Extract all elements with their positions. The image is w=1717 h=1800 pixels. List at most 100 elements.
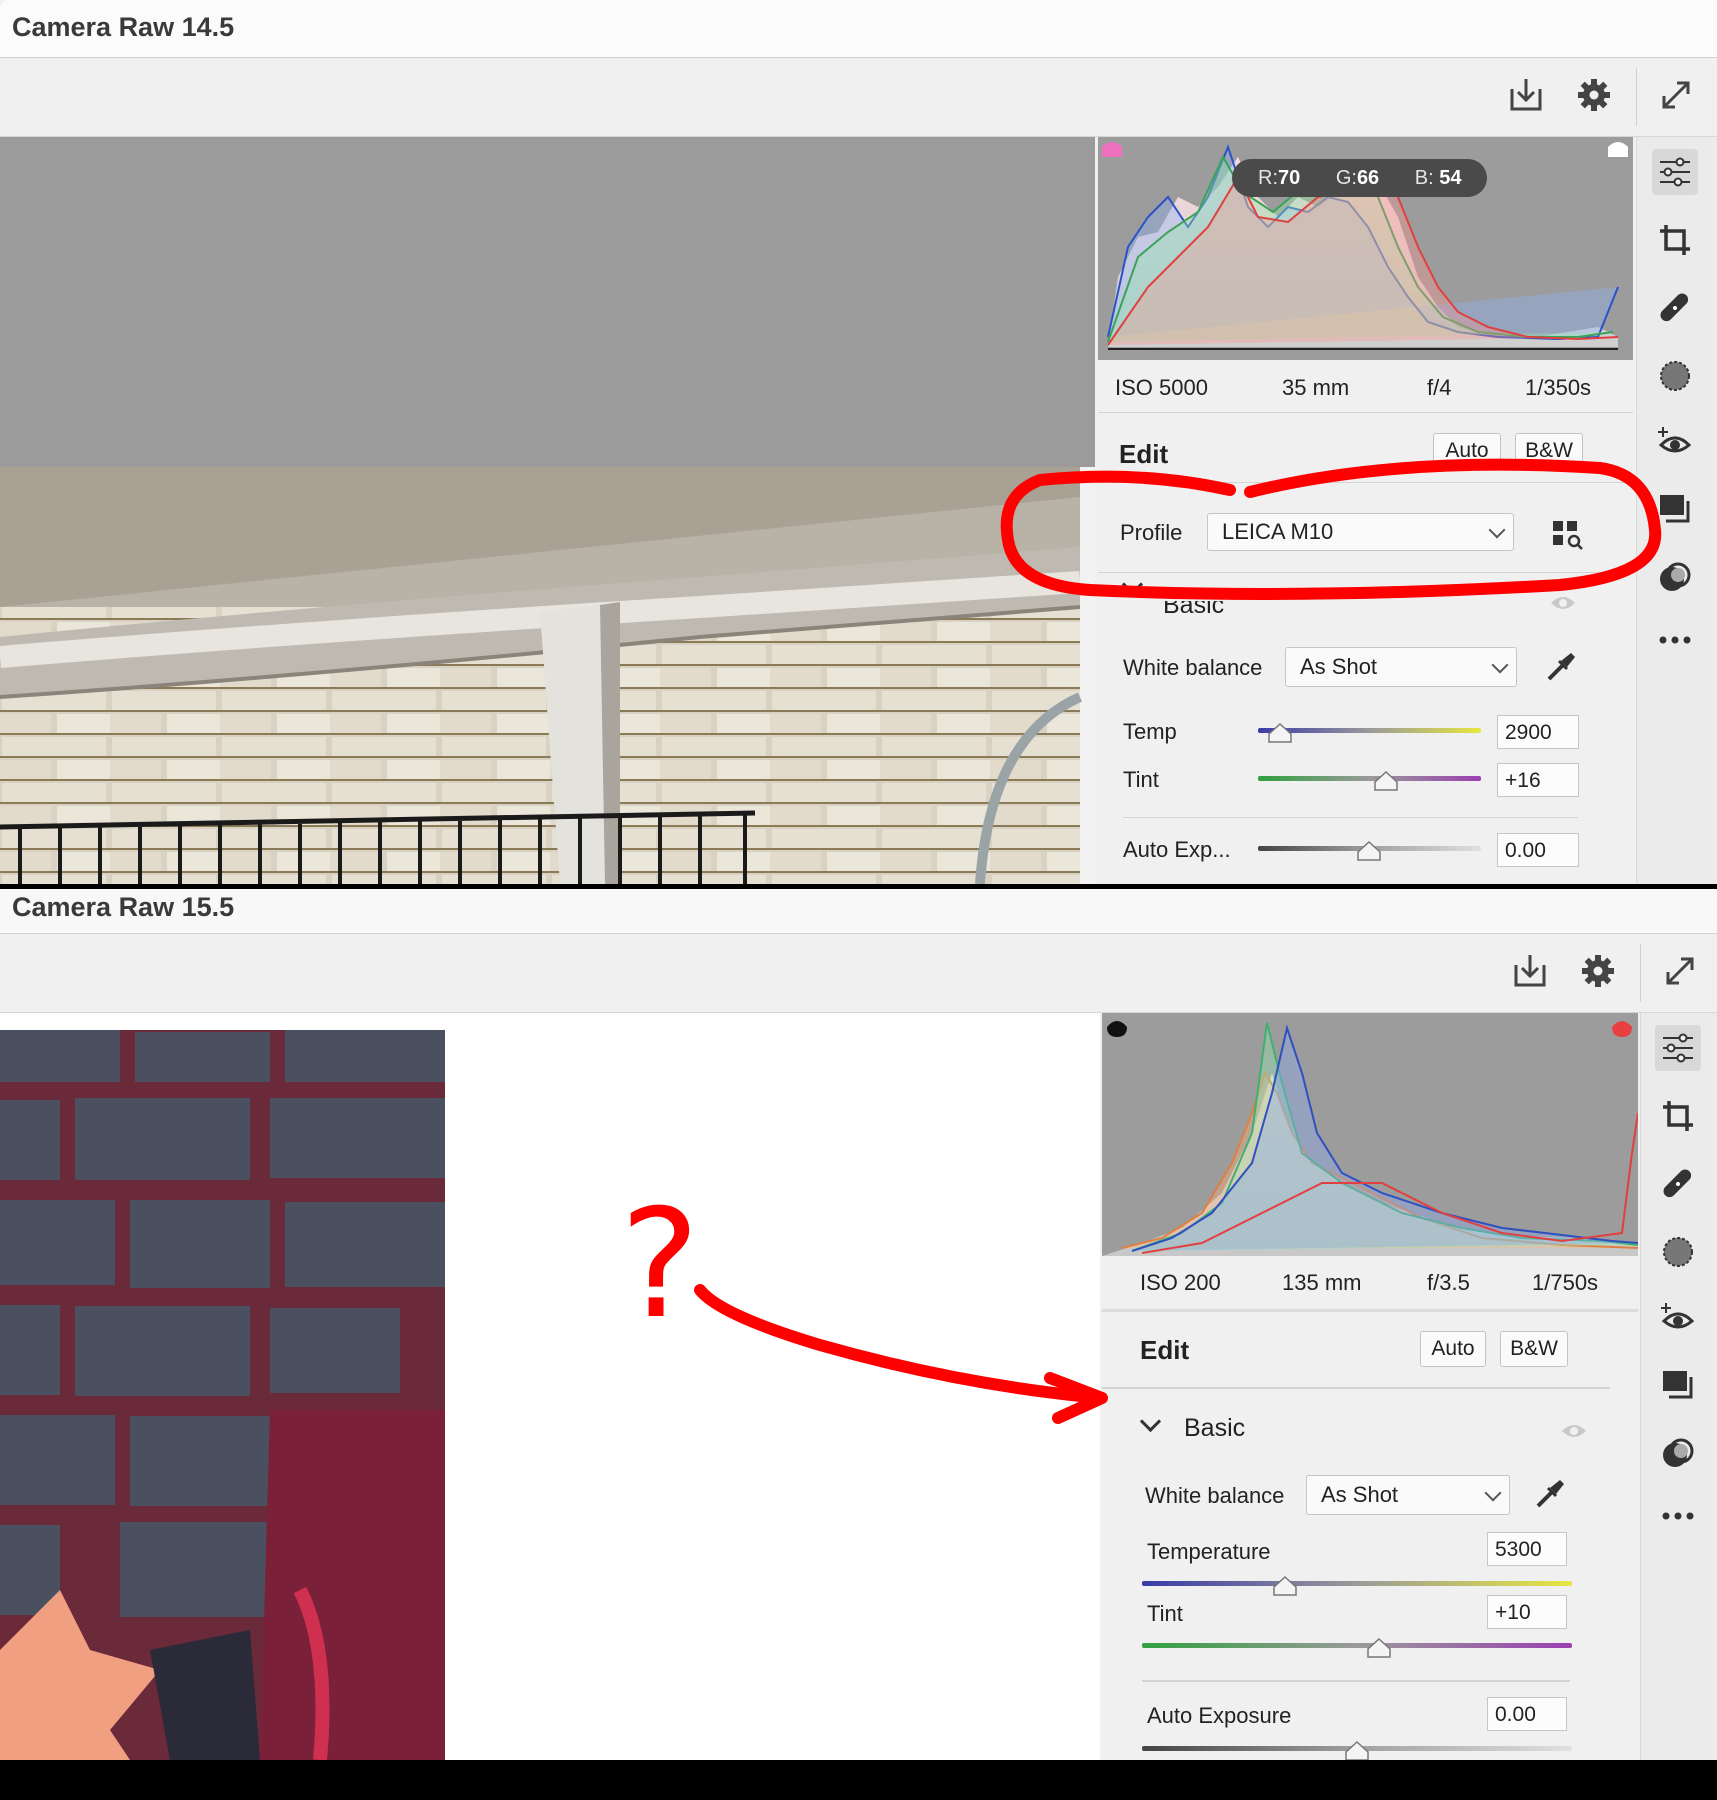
auto-exposure-value-field[interactable]: 0.00 [1487, 1697, 1567, 1731]
rgb-readout: R:70 G:66 B: 54 [1232, 159, 1488, 197]
red-eye-icon[interactable] [1652, 419, 1698, 465]
bottom-band [0, 1760, 1717, 1800]
white-balance-label: White balance [1145, 1483, 1285, 1508]
white-balance-label: White balance [1123, 655, 1263, 680]
tint-value-field[interactable]: +16 [1497, 763, 1579, 797]
snapshots-icon[interactable] [1652, 487, 1698, 533]
masking-icon[interactable] [1652, 353, 1698, 399]
tint-label: Tint [1147, 1601, 1183, 1626]
auto-button[interactable]: Auto [1420, 1331, 1486, 1367]
gear-icon[interactable] [1574, 75, 1614, 115]
b-label: B: [1414, 167, 1440, 189]
eyedropper-icon[interactable] [1532, 1476, 1568, 1517]
gear-icon[interactable] [1578, 951, 1618, 991]
masking-icon[interactable] [1655, 1229, 1701, 1275]
r-value: 70 [1278, 167, 1301, 189]
toolbar-divider [1636, 68, 1637, 126]
basic-chevron-icon[interactable] [1139, 1410, 1162, 1433]
edit-panel: R:70 G:66 B: 54 ISO 5000 35 mm f/4 1/350… [1095, 137, 1635, 884]
snapshots-icon[interactable] [1655, 1363, 1701, 1409]
more-icon[interactable] [1652, 617, 1698, 663]
healing-icon[interactable] [1652, 285, 1698, 331]
profile-label: Profile [1120, 520, 1183, 545]
camera-raw-14-window: Camera Raw 14.5 R:70 G:66 B: 54 ISO 5000… [0, 0, 1717, 884]
meta-divider [1098, 412, 1633, 413]
g-value: 66 [1356, 167, 1380, 189]
presets-icon[interactable] [1652, 555, 1698, 601]
more-icon[interactable] [1655, 1493, 1701, 1539]
white-balance-select[interactable]: As Shot [1285, 647, 1517, 687]
tint-value-field[interactable]: +10 [1487, 1595, 1567, 1629]
crop-icon[interactable] [1652, 217, 1698, 263]
highlight-clipping-icon [1612, 1021, 1632, 1037]
bw-button[interactable]: B&W [1515, 433, 1583, 469]
auto-exposure-label: Auto Exp... [1123, 837, 1231, 862]
expand-icon[interactable] [1660, 951, 1700, 991]
shutter-value: 1/350s [1525, 375, 1592, 400]
visibility-eye-icon[interactable] [1561, 1421, 1587, 1446]
auto-button[interactable]: Auto [1433, 433, 1501, 469]
download-icon[interactable] [1510, 951, 1550, 991]
tint-slider-track[interactable] [1142, 1643, 1572, 1648]
edit-heading: Edit [1140, 1335, 1190, 1365]
basic-chevron-icon[interactable] [1121, 573, 1144, 596]
profile-select-value: LEICA M10 [1222, 519, 1334, 544]
download-icon[interactable] [1506, 75, 1546, 115]
question-mark-annotation: ? [620, 1178, 700, 1352]
edit-sliders-icon[interactable] [1652, 149, 1698, 195]
temperature-value-field[interactable]: 5300 [1487, 1532, 1567, 1566]
b-value: 54 [1439, 167, 1462, 189]
edit-divider [1098, 482, 1633, 483]
edit-heading: Edit [1119, 439, 1169, 469]
iso-value: ISO 5000 [1115, 375, 1208, 400]
tint-slider-track[interactable] [1258, 776, 1481, 781]
tint-label: Tint [1123, 767, 1159, 792]
r-label: R: [1258, 167, 1278, 189]
red-eye-icon[interactable] [1655, 1295, 1701, 1341]
photo-preview[interactable] [0, 1030, 445, 1760]
shadow-clipping-icon [1102, 142, 1122, 157]
aperture-value: f/3.5 [1427, 1270, 1470, 1295]
focal-length-value: 135 mm [1282, 1270, 1362, 1295]
profile-select[interactable]: LEICA M10 [1207, 513, 1514, 551]
window-title: Camera Raw 15.5 [12, 892, 235, 922]
title-bar: Camera Raw 15.5 [0, 889, 1717, 934]
crop-icon[interactable] [1655, 1093, 1701, 1139]
profile-divider [1098, 572, 1633, 573]
camera-raw-15-window: Camera Raw 15.5 ISO 200 135 mm f/3.5 1/7… [0, 889, 1717, 1760]
temperature-label: Temperature [1147, 1539, 1271, 1564]
wb-divider [1142, 1680, 1570, 1682]
chevron-down-icon [1484, 1484, 1502, 1502]
title-bar: Camera Raw 14.5 [0, 0, 1717, 58]
bw-button[interactable]: B&W [1500, 1331, 1568, 1367]
basic-section-label[interactable]: Basic [1184, 1414, 1245, 1443]
temp-value-field[interactable]: 2900 [1497, 715, 1579, 749]
presets-icon[interactable] [1655, 1431, 1701, 1477]
photo-preview[interactable] [0, 137, 1095, 884]
focal-length-value: 35 mm [1282, 375, 1350, 400]
visibility-eye-icon[interactable] [1550, 593, 1576, 618]
temp-label: Temp [1123, 719, 1177, 744]
g-label: G: [1335, 167, 1357, 189]
tool-rail [1636, 137, 1717, 884]
toolbar [0, 58, 1717, 137]
basic-section-label[interactable]: Basic [1163, 601, 1224, 620]
iso-value: ISO 200 [1140, 1270, 1221, 1295]
window-title: Camera Raw 14.5 [12, 12, 235, 42]
meta-divider [1102, 1309, 1638, 1312]
histogram: R:70 G:66 B: 54 [1098, 137, 1633, 360]
tool-rail [1640, 1013, 1717, 1760]
toolbar-divider [1640, 944, 1641, 1002]
temperature-slider-track[interactable] [1142, 1581, 1572, 1586]
edit-panel: ISO 200 135 mm f/3.5 1/750s Edit Auto B&… [1100, 1013, 1640, 1760]
expand-icon[interactable] [1656, 75, 1696, 115]
white-balance-select-value: As Shot [1300, 654, 1378, 679]
white-balance-select[interactable]: As Shot [1306, 1475, 1510, 1515]
wb-divider [1123, 817, 1578, 818]
profile-browser-icon[interactable] [1550, 517, 1584, 551]
edit-sliders-icon[interactable] [1655, 1025, 1701, 1071]
eyedropper-icon[interactable] [1543, 649, 1579, 690]
healing-icon[interactable] [1655, 1161, 1701, 1207]
chevron-down-icon [1488, 521, 1506, 539]
auto-exposure-value-field[interactable]: 0.00 [1497, 833, 1579, 867]
